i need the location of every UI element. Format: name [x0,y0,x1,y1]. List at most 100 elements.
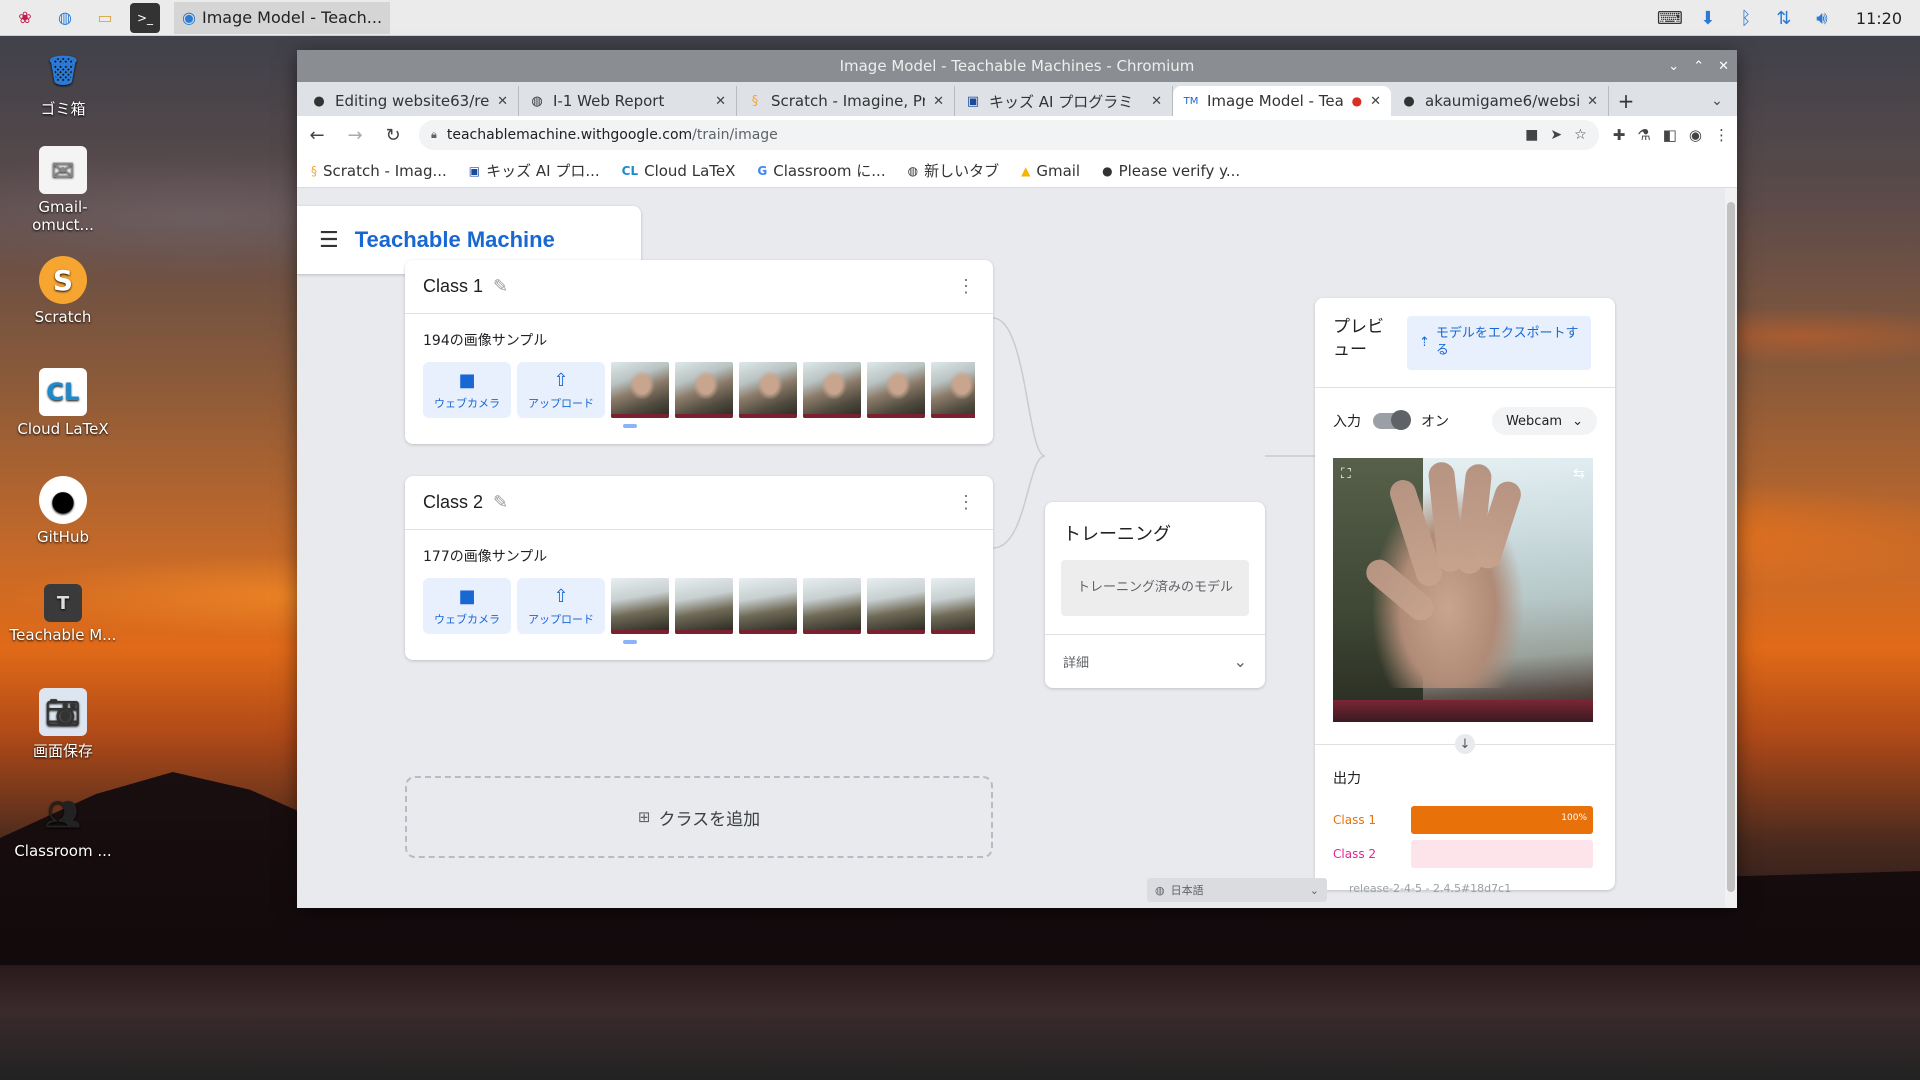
bookmark-star-icon[interactable]: ☆ [1574,127,1587,143]
forward-icon[interactable]: → [343,123,367,147]
sample-thumbnail[interactable] [739,362,797,418]
bookmark-kids-ai[interactable]: ▣ キッズ AI プロ... [469,160,600,181]
add-class-button[interactable]: ⊞ クラスを追加 [405,776,993,858]
bookmark-gmail[interactable]: ▲ Gmail [1021,162,1080,180]
desktop-icon-screenshot[interactable]: 📷︎ 画面保存 [8,688,118,761]
tab-scratch[interactable]: § Scratch - Imagine, Pro ✕ [737,86,955,116]
minimize-icon[interactable]: ⌄ [1668,59,1679,74]
thumbnail-scrollbar[interactable] [623,640,637,644]
app-brand[interactable]: Teachable Machine [355,227,555,253]
sample-thumbnail[interactable] [931,578,975,634]
window-title: Image Model - Teachable Machines - Chrom… [839,57,1195,75]
desktop-icon-github[interactable]: ● GitHub [8,476,118,546]
sample-thumbnail[interactable] [867,362,925,418]
tab-close-icon[interactable]: ✕ [1370,94,1381,109]
bookmark-cloudlatex[interactable]: CL Cloud LaTeX [622,162,736,180]
upload-button[interactable]: ⇧ アップロード [517,578,605,634]
back-icon[interactable]: ← [305,123,329,147]
tab-close-icon[interactable]: ✕ [1151,94,1162,109]
bookmark-new-tab[interactable]: ◍ 新しいタブ [908,160,1000,181]
tab-close-icon[interactable]: ✕ [497,94,508,109]
sample-thumbnail[interactable] [867,578,925,634]
camera-in-use-icon[interactable]: ■ [1525,127,1538,143]
class-name[interactable]: Class 2 [423,492,483,513]
language-select[interactable]: ◍ 日本語 ⌄ [1147,878,1327,902]
clock[interactable]: 11:20 [1856,9,1902,28]
edit-pencil-icon[interactable]: ✎ [493,492,508,513]
reload-icon[interactable]: ↻ [381,123,405,147]
advanced-toggle[interactable]: 詳細 ⌄ [1045,634,1265,688]
taskbar-task-chromium[interactable]: ◉ Image Model - Teach... [174,1,391,34]
keyboard-layout-icon[interactable]: ⌨ [1657,6,1683,30]
profile-avatar-icon[interactable]: ◉ [1689,126,1702,144]
web-browser-icon[interactable]: ◍ [50,3,80,33]
page-scrollbar[interactable] [1725,188,1737,908]
network-icon[interactable]: ⇅ [1772,6,1796,30]
close-icon[interactable]: ✕ [1718,59,1729,74]
tab-label: Image Model - Tea [1207,92,1344,110]
release-version: release-2-4-5 - 2.4.5#18d7c1 [1349,882,1512,895]
export-icon: ⇡ [1419,334,1430,350]
file-manager-icon[interactable]: ▭ [90,3,120,33]
fullscreen-icon[interactable]: ⛶ [1341,466,1351,482]
bookmark-github-verify[interactable]: ● Please verify y... [1102,162,1240,180]
sample-thumbnail[interactable] [739,578,797,634]
window-titlebar[interactable]: Image Model - Teachable Machines - Chrom… [297,50,1737,82]
tab-kids-ai[interactable]: ▣ キッズ AI プログラミ ✕ [955,86,1173,116]
sample-thumbnail[interactable] [803,362,861,418]
side-panel-icon[interactable]: ◧ [1663,126,1677,144]
tab-close-icon[interactable]: ✕ [933,94,944,109]
extensions-icon[interactable]: ✚ [1613,126,1626,144]
new-tab-button[interactable]: + [1609,86,1643,116]
hamburger-menu-icon[interactable]: ☰ [319,228,339,253]
sample-thumbnail[interactable] [611,362,669,418]
desktop-icon-teachable[interactable]: T Teachable M... [8,584,118,644]
bookmark-scratch[interactable]: § Scratch - Imag... [311,162,447,180]
tab-web-report[interactable]: ◍ I-1 Web Report ✕ [519,86,737,116]
desktop-icon-gmail[interactable]: ✉ Gmail-omuct... [8,146,118,234]
maximize-icon[interactable]: ⌃ [1693,59,1704,74]
tab-label: Scratch - Imagine, Pro [771,92,926,110]
edit-pencil-icon[interactable]: ✎ [493,276,508,297]
sample-thumbnail[interactable] [675,578,733,634]
volume-icon[interactable]: 🔊︎ [1810,6,1834,30]
more-options-icon[interactable]: ⋮ [957,492,975,513]
class-name[interactable]: Class 1 [423,276,483,297]
sample-thumbnail[interactable] [803,578,861,634]
desktop-icon-classroom[interactable]: 👥︎ Classroom ... [8,790,118,861]
input-source-select[interactable]: Webcam ⌄ [1491,407,1597,435]
bookmark-classroom[interactable]: G Classroom に... [757,160,885,181]
menu-kebab-icon[interactable]: ⋮ [1714,126,1729,144]
lab-icon[interactable]: ⚗ [1637,126,1650,144]
tab-teachable-machine[interactable]: TM Image Model - Tea ● ✕ [1173,86,1391,116]
upload-icon: ⇧ [553,585,569,607]
tab-search-icon[interactable]: ⌄ [1697,86,1737,116]
address-bar[interactable]: 🔒︎ teachablemachine.withgoogle.com/train… [419,120,1599,150]
site-info-icon[interactable]: 🔒︎ [431,128,437,142]
upload-button[interactable]: ⇧ アップロード [517,362,605,418]
advanced-label: 詳細 [1063,656,1090,671]
train-model-button[interactable]: トレーニング済みのモデル [1061,560,1249,616]
tab-close-icon[interactable]: ✕ [715,94,726,109]
desktop-icon-trash[interactable]: 🗑︎ ゴミ箱 [8,46,118,119]
terminal-icon[interactable]: >_ [130,2,160,33]
sample-thumbnail[interactable] [611,578,669,634]
bluetooth-icon[interactable]: ᛒ [1734,6,1758,30]
tab-github-akaumigame[interactable]: ● akaumigame6/websi ✕ [1391,86,1609,116]
webcam-button[interactable]: ■ ウェブカメラ [423,362,511,418]
raspberry-menu-icon[interactable]: ❀ [10,3,40,33]
flip-camera-icon[interactable]: ⇆ [1573,466,1585,482]
sample-thumbnail[interactable] [675,362,733,418]
send-icon[interactable]: ➤ [1550,127,1562,143]
thumbnail-scrollbar[interactable] [623,424,637,428]
export-model-button[interactable]: ⇡ モデルをエクスポートする [1407,316,1591,370]
desktop-icon-cloudlatex[interactable]: CL Cloud LaTeX [8,368,118,438]
tab-github-editing[interactable]: ● Editing website63/rep ✕ [301,86,519,116]
more-options-icon[interactable]: ⋮ [957,276,975,297]
webcam-button[interactable]: ■ ウェブカメラ [423,578,511,634]
desktop-icon-scratch[interactable]: S Scratch [8,256,118,326]
sample-thumbnail[interactable] [931,362,975,418]
download-icon[interactable]: ⬇ [1696,6,1720,30]
input-toggle[interactable] [1373,410,1411,430]
tab-close-icon[interactable]: ✕ [1587,94,1598,109]
